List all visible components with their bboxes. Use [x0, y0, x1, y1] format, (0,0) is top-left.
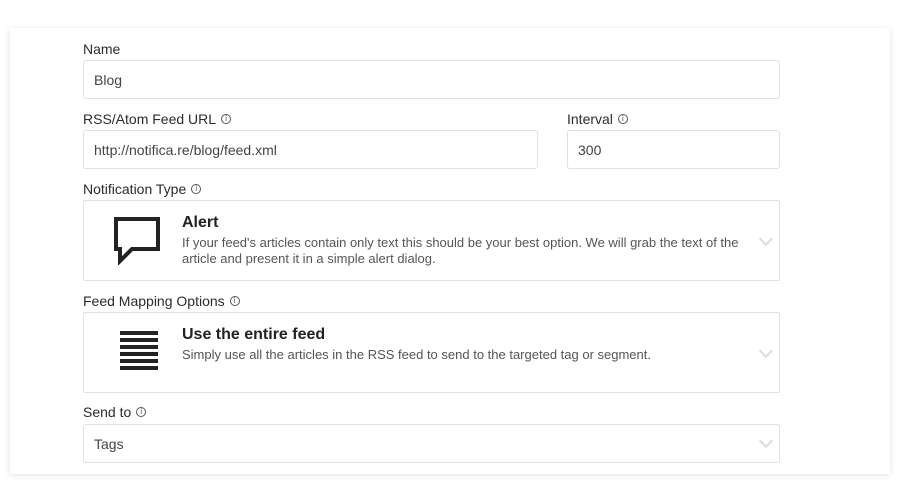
- notification-type-title: Alert: [182, 214, 219, 231]
- feed-url-label: RSS/Atom Feed URL i: [83, 111, 232, 127]
- interval-label: Interval i: [567, 111, 628, 127]
- interval-input[interactable]: 300: [567, 130, 780, 169]
- feed-mapping-label: Feed Mapping Options i: [83, 293, 240, 309]
- feed-mapping-description: Simply use all the articles in the RSS f…: [182, 347, 651, 362]
- list-lines-icon: [120, 331, 158, 376]
- info-icon[interactable]: i: [221, 114, 232, 124]
- notification-type-description: If your feed's articles contain only tex…: [182, 235, 739, 266]
- name-input[interactable]: Blog: [83, 60, 780, 99]
- info-icon[interactable]: i: [136, 407, 147, 417]
- chevron-down-icon: [758, 343, 774, 359]
- feed-mapping-title: Use the entire feed: [182, 326, 326, 343]
- speech-bubble-icon: [112, 215, 162, 270]
- info-icon[interactable]: i: [191, 184, 202, 194]
- notification-type-label: Notification Type i: [83, 181, 202, 197]
- feed-form-card: Name Blog RSS/Atom Feed URL i http://not…: [10, 28, 890, 474]
- name-label: Name: [83, 41, 121, 57]
- chevron-down-icon: [758, 231, 774, 247]
- send-to-select[interactable]: Tags: [83, 424, 780, 463]
- feed-url-input[interactable]: http://notifica.re/blog/feed.xml: [83, 130, 538, 169]
- notification-type-select[interactable]: Alert If your feed's articles contain on…: [83, 200, 780, 281]
- send-to-label: Send to i: [83, 404, 147, 420]
- info-icon[interactable]: i: [229, 296, 240, 306]
- feed-mapping-select[interactable]: Use the entire feed Simply use all the a…: [83, 312, 780, 393]
- chevron-down-icon: [758, 433, 774, 449]
- info-icon[interactable]: i: [617, 114, 628, 124]
